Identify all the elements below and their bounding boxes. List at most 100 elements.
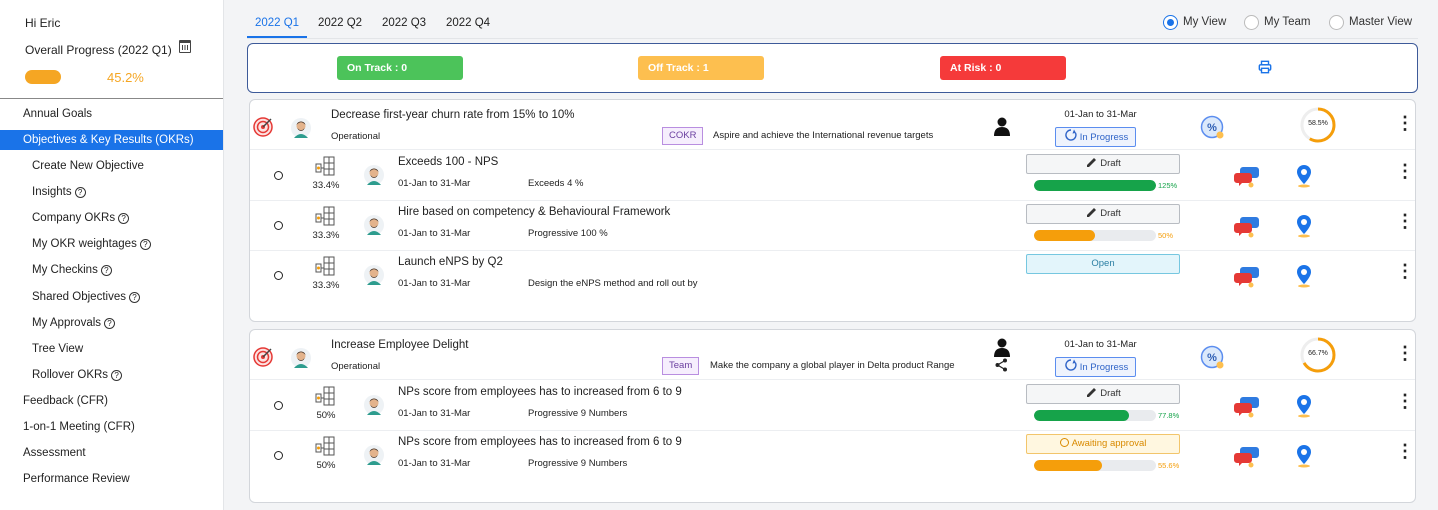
checkin-pin-icon[interactable] xyxy=(1296,264,1312,288)
kr-select-radio[interactable] xyxy=(274,171,283,180)
calendar-icon[interactable] xyxy=(179,40,191,53)
share-icon[interactable] xyxy=(995,358,1008,372)
sidebar-item-my-okr-weightages[interactable]: My OKR weightages? xyxy=(0,234,223,254)
sidebar-item-assessment[interactable]: Assessment xyxy=(0,443,223,463)
tab-2022-q2[interactable]: 2022 Q2 xyxy=(310,14,370,38)
more-options-icon[interactable]: ⋮ xyxy=(1396,344,1414,362)
sidebar-item-rollover-okrs[interactable]: Rollover OKRs? xyxy=(0,365,223,385)
kr-state[interactable]: Draft xyxy=(1026,384,1180,404)
help-icon[interactable]: ? xyxy=(74,187,86,198)
chat-feedback-icon[interactable] xyxy=(1234,165,1260,189)
tab-2022-q4[interactable]: 2022 Q4 xyxy=(438,14,498,38)
objective-dates: 01-Jan to 31-Mar xyxy=(1064,109,1137,120)
help-icon[interactable]: ? xyxy=(104,318,116,329)
target-icon xyxy=(253,117,273,137)
sidebar-item-my-checkins[interactable]: My Checkins? xyxy=(0,260,223,280)
more-options-icon[interactable]: ⋮ xyxy=(1396,212,1414,230)
more-options-icon[interactable]: ⋮ xyxy=(1396,392,1414,410)
kr-dates: 01-Jan to 31-Mar xyxy=(398,408,471,419)
objective-title[interactable]: Decrease first-year churn rate from 15% … xyxy=(331,109,575,121)
checkin-pin-icon[interactable] xyxy=(1296,394,1312,418)
kr-progress-percent: 77.8% xyxy=(1158,411,1180,420)
sidebar-item-insights[interactable]: Insights? xyxy=(0,182,223,202)
more-options-icon[interactable]: ⋮ xyxy=(1396,114,1414,132)
sidebar-item-annual-goals[interactable]: Annual Goals xyxy=(0,104,223,124)
sidebar-item-shared-objectives[interactable]: Shared Objectives? xyxy=(0,287,223,307)
kr-weight: 33.4% xyxy=(312,180,340,191)
chat-feedback-icon[interactable] xyxy=(1234,215,1260,239)
kr-title[interactable]: Launch eNPS by Q2 xyxy=(398,256,503,268)
objective-type: Operational xyxy=(331,131,381,142)
sidebar-item-tree-view[interactable]: Tree View xyxy=(0,339,223,359)
kr-state[interactable]: Draft xyxy=(1026,154,1180,174)
kr-title[interactable]: Hire based on competency & Behavioural F… xyxy=(398,206,670,218)
row-divider xyxy=(250,430,1415,431)
tab-2022-q1[interactable]: 2022 Q1 xyxy=(247,14,307,38)
more-options-icon[interactable]: ⋮ xyxy=(1396,262,1414,280)
kr-select-radio[interactable] xyxy=(274,451,283,460)
kr-progress-bar xyxy=(1034,410,1156,421)
more-options-icon[interactable]: ⋮ xyxy=(1396,442,1414,460)
kr-state-label: Draft xyxy=(1100,158,1121,169)
checkin-pin-icon[interactable] xyxy=(1296,444,1312,468)
sidebar-item-label: Tree View xyxy=(32,343,84,355)
objective-card: Increase Employee Delight Operational Team… xyxy=(249,329,1416,503)
kr-progress-percent: 50% xyxy=(1158,231,1174,240)
checkin-pin-icon[interactable] xyxy=(1296,164,1312,188)
objective-title[interactable]: Increase Employee Delight xyxy=(331,339,468,351)
objective-status[interactable]: In Progress xyxy=(1055,127,1136,147)
kr-state[interactable]: Draft xyxy=(1026,204,1180,224)
kr-state[interactable]: Awaiting approval xyxy=(1026,434,1180,454)
help-icon[interactable]: ? xyxy=(118,213,130,224)
kr-title[interactable]: NPs score from employees has to increase… xyxy=(398,436,682,448)
view-radio-my-view[interactable]: My View xyxy=(1163,14,1226,32)
sidebar-item-feedback-cfr[interactable]: Feedback (CFR) xyxy=(0,391,223,411)
objective-dates: 01-Jan to 31-Mar xyxy=(1064,339,1137,350)
help-icon[interactable]: ? xyxy=(111,370,123,381)
objective-type: Operational xyxy=(331,361,381,372)
sidebar-item-label: Insights xyxy=(32,186,72,198)
kr-weight: 50% xyxy=(316,410,336,421)
kr-title[interactable]: Exceeds 100 - NPS xyxy=(398,156,498,168)
kr-progress-bar xyxy=(1034,230,1156,241)
on-track-pill[interactable]: On Track : 0 xyxy=(337,56,463,80)
percentage-icon[interactable]: % xyxy=(1200,345,1224,369)
row-divider xyxy=(250,200,1415,201)
chat-feedback-icon[interactable] xyxy=(1234,445,1260,469)
help-icon[interactable]: ? xyxy=(139,239,151,250)
help-icon[interactable]: ? xyxy=(100,265,112,276)
sidebar-item-my-approvals[interactable]: My Approvals? xyxy=(0,313,223,333)
view-radio-my-team[interactable]: My Team xyxy=(1244,14,1310,32)
person-icon[interactable] xyxy=(994,338,1010,357)
sidebar-item-objectives-key-results-okrs[interactable]: Objectives & Key Results (OKRs) xyxy=(0,130,223,150)
off-track-pill[interactable]: Off Track : 1 xyxy=(638,56,764,80)
kr-state[interactable]: Open xyxy=(1026,254,1180,274)
objective-progress: 58.5% xyxy=(1308,120,1328,127)
view-radio-master-view[interactable]: Master View xyxy=(1329,14,1412,32)
at-risk-pill[interactable]: At Risk : 0 xyxy=(940,56,1066,80)
pencil-icon xyxy=(1087,388,1097,397)
chat-feedback-icon[interactable] xyxy=(1234,265,1260,289)
help-icon[interactable]: ? xyxy=(128,292,140,303)
sidebar-item-label: Create New Objective xyxy=(32,160,144,172)
kr-select-radio[interactable] xyxy=(274,221,283,230)
more-options-icon[interactable]: ⋮ xyxy=(1396,162,1414,180)
objective-status[interactable]: In Progress xyxy=(1055,357,1136,377)
sidebar-item-label: My Approvals xyxy=(32,317,102,329)
checkin-pin-icon[interactable] xyxy=(1296,214,1312,238)
sidebar-item-label: Assessment xyxy=(23,447,86,459)
kr-progress-bar xyxy=(1034,460,1156,471)
kr-select-radio[interactable] xyxy=(274,401,283,410)
sidebar-item-create-new-objective[interactable]: Create New Objective xyxy=(0,156,223,176)
sidebar-item-label: Objectives & Key Results (OKRs) xyxy=(23,134,194,146)
percentage-icon[interactable]: % xyxy=(1200,115,1224,139)
printer-icon[interactable] xyxy=(1258,60,1272,74)
kr-title[interactable]: NPs score from employees has to increase… xyxy=(398,386,682,398)
sidebar-item-company-okrs[interactable]: Company OKRs? xyxy=(0,208,223,228)
person-icon[interactable] xyxy=(994,117,1010,136)
kr-select-radio[interactable] xyxy=(274,271,283,280)
sidebar-item-1-on-1-meeting-cfr[interactable]: 1-on-1 Meeting (CFR) xyxy=(0,417,223,437)
chat-feedback-icon[interactable] xyxy=(1234,395,1260,419)
tab-2022-q3[interactable]: 2022 Q3 xyxy=(374,14,434,38)
sidebar-item-performance-review[interactable]: Performance Review xyxy=(0,469,223,489)
